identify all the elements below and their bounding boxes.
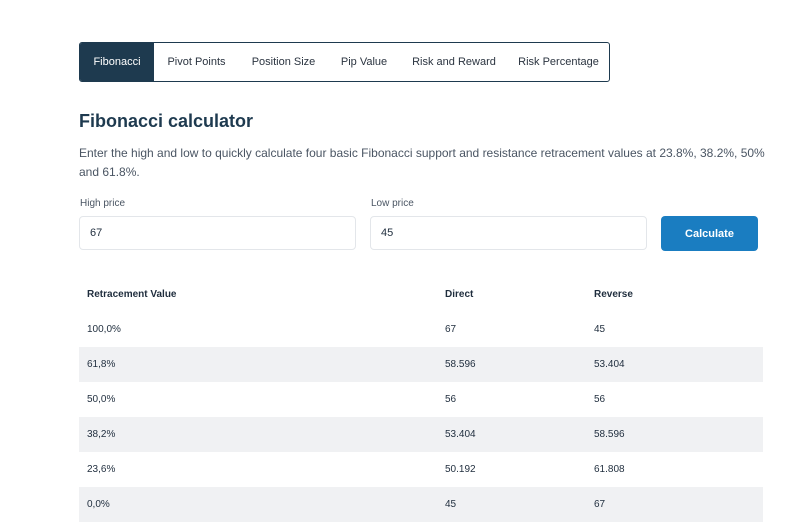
page-description: Enter the high and low to quickly calcul… — [79, 146, 765, 179]
header-reverse: Reverse — [594, 288, 633, 300]
header-direct: Direct — [445, 288, 474, 300]
retracement-cell: 23,6% — [87, 464, 116, 475]
table-row: 38,2% 53.404 58.596 — [79, 417, 763, 452]
direct-cell: 53.404 — [445, 429, 476, 440]
direct-cell: 45 — [445, 499, 457, 510]
reverse-cell: 53.404 — [594, 359, 625, 370]
retracement-cell: 100,0% — [87, 324, 121, 335]
table-row: 50,0% 56 56 — [79, 382, 763, 417]
low-price-input[interactable] — [370, 216, 647, 250]
high-price-input[interactable] — [79, 216, 356, 250]
reverse-cell: 67 — [594, 499, 606, 510]
reverse-cell: 45 — [594, 324, 606, 335]
header-retracement-value: Retracement Value — [87, 288, 177, 300]
tab-risk-and-reward[interactable]: Risk and Reward — [400, 43, 508, 81]
table-row: 61,8% 58.596 53.404 — [79, 347, 763, 382]
reverse-cell: 58.596 — [594, 429, 625, 440]
retracement-cell: 61,8% — [87, 359, 116, 370]
page-title: Fibonacci calculator — [79, 111, 254, 131]
tab-pip-value[interactable]: Pip Value — [328, 43, 400, 81]
calculator-tabs: Fibonacci Pivot Points Position Size Pip… — [79, 42, 610, 82]
direct-cell: 50.192 — [445, 464, 476, 475]
tab-risk-percentage[interactable]: Risk Percentage — [508, 43, 609, 81]
retracement-cell: 0,0% — [87, 499, 110, 510]
retracement-cell: 38,2% — [87, 429, 116, 440]
retracement-cell: 50,0% — [87, 394, 116, 405]
direct-cell: 67 — [445, 324, 457, 335]
table-row: 0,0% 45 67 — [79, 487, 763, 522]
table-row: 100,0% 67 45 — [79, 312, 763, 347]
calculate-button[interactable]: Calculate — [661, 216, 758, 251]
high-price-label: High price — [80, 198, 126, 209]
table-header-row: Retracement Value Direct Reverse — [79, 276, 763, 312]
tab-position-size[interactable]: Position Size — [239, 43, 328, 81]
table-row: 23,6% 50.192 61.808 — [79, 452, 763, 487]
results-table: Retracement Value Direct Reverse 100,0% … — [79, 276, 763, 522]
direct-cell: 56 — [445, 394, 457, 405]
tab-fibonacci[interactable]: Fibonacci — [80, 43, 154, 81]
direct-cell: 58.596 — [445, 359, 476, 370]
reverse-cell: 56 — [594, 394, 606, 405]
reverse-cell: 61.808 — [594, 464, 625, 475]
tab-pivot-points[interactable]: Pivot Points — [154, 43, 239, 81]
low-price-label: Low price — [371, 198, 414, 209]
